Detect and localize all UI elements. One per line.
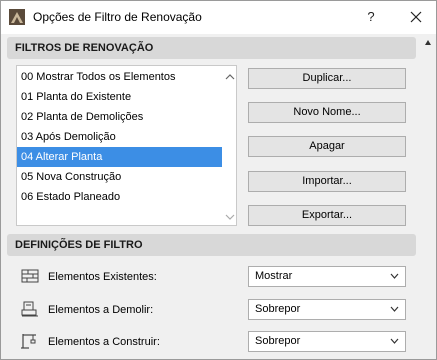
- list-scroll-up-icon[interactable]: [224, 72, 236, 82]
- list-item[interactable]: 01 Planta do Existente: [17, 87, 222, 107]
- list-item[interactable]: 00 Mostrar Todos os Elementos: [17, 67, 222, 87]
- list-item[interactable]: 02 Planta de Demolições: [17, 107, 222, 127]
- demolish-elements-select[interactable]: Sobrepor: [248, 299, 406, 320]
- construct-elements-select[interactable]: Sobrepor: [248, 331, 406, 352]
- demolish-elements-icon: [21, 301, 38, 317]
- list-item[interactable]: 06 Estado Planeado: [17, 187, 222, 207]
- renovation-filter-options-dialog: Opções de Filtro de Renovação ? FILTROS …: [0, 0, 437, 360]
- list-item[interactable]: 05 Nova Construção: [17, 167, 222, 187]
- construct-elements-icon: [21, 334, 36, 349]
- list-scroll-down-icon[interactable]: [224, 212, 236, 222]
- existing-elements-label: Elementos Existentes:: [48, 271, 157, 283]
- construct-elements-value: Sobrepor: [255, 335, 301, 347]
- import-button[interactable]: Importar...: [248, 171, 406, 192]
- renovation-filters-header[interactable]: FILTROS DE RENOVAÇÃO: [7, 37, 416, 59]
- filter-list[interactable]: 00 Mostrar Todos os Elementos 01 Planta …: [16, 65, 237, 226]
- title-bar: Opções de Filtro de Renovação ?: [1, 1, 436, 34]
- window-title: Opções de Filtro de Renovação: [33, 10, 202, 24]
- filter-settings-header[interactable]: DEFINIÇÕES DE FILTRO: [7, 234, 416, 256]
- close-icon[interactable]: [401, 3, 431, 31]
- list-item-selected[interactable]: 04 Alterar Planta: [17, 147, 222, 167]
- demolish-elements-label: Elementos a Demolir:: [48, 304, 154, 316]
- delete-button[interactable]: Apagar: [248, 136, 406, 157]
- scroll-up-icon[interactable]: [424, 39, 432, 47]
- existing-elements-select[interactable]: Mostrar: [248, 266, 406, 287]
- chevron-down-icon: [390, 306, 399, 312]
- new-name-button[interactable]: Novo Nome...: [248, 102, 406, 123]
- export-button[interactable]: Exportar...: [248, 205, 406, 226]
- demolish-elements-value: Sobrepor: [255, 303, 301, 315]
- existing-elements-value: Mostrar: [255, 270, 293, 282]
- chevron-down-icon: [390, 338, 399, 344]
- construct-elements-label: Elementos a Construir:: [48, 336, 160, 348]
- help-button[interactable]: ?: [356, 3, 386, 31]
- duplicate-button[interactable]: Duplicar...: [248, 68, 406, 89]
- app-icon: [9, 9, 25, 25]
- existing-elements-icon: [21, 269, 39, 283]
- list-item[interactable]: 03 Após Demolição: [17, 127, 222, 147]
- chevron-down-icon: [390, 273, 399, 279]
